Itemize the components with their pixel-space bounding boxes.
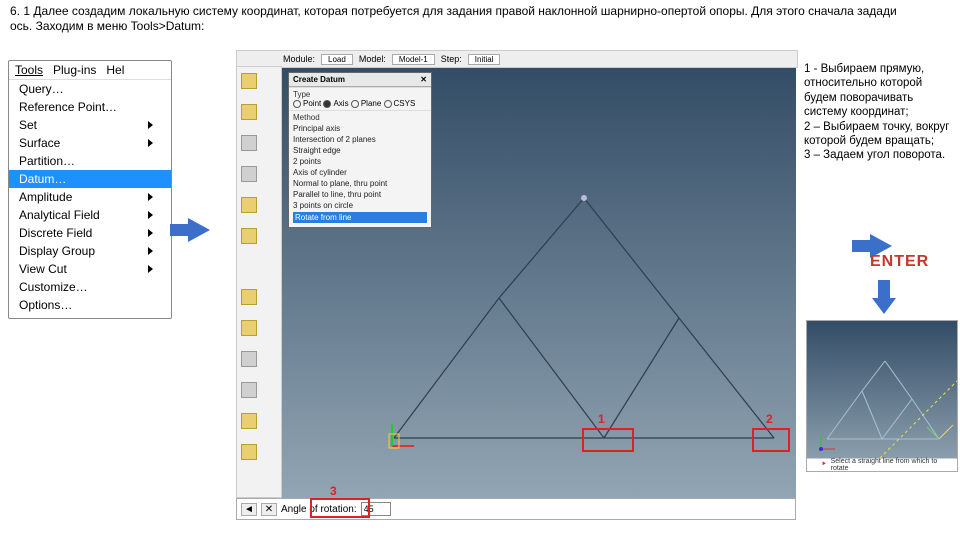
tool-icon[interactable] [241, 413, 257, 429]
callout-box-1 [582, 428, 634, 452]
chevron-right-icon [148, 247, 153, 255]
callout-box-3 [310, 498, 370, 518]
tool-icon[interactable] [241, 444, 257, 460]
method-list: Method Principal axis Intersection of 2 … [289, 110, 431, 227]
chevron-right-icon [148, 139, 153, 147]
callout-2: 2 [766, 412, 773, 426]
radio-plane[interactable] [351, 100, 359, 108]
dialog-title: Create Datum [293, 75, 345, 84]
close-icon[interactable]: ✕ [420, 75, 427, 84]
menu-display-group[interactable]: Display Group [9, 242, 171, 260]
menu-analytical-field[interactable]: Analytical Field [9, 206, 171, 224]
menu-set[interactable]: Set [9, 116, 171, 134]
enter-label: ENTER [870, 253, 929, 271]
menu-datum[interactable]: Datum… [9, 170, 171, 188]
menu-view-cut[interactable]: View Cut [9, 260, 171, 278]
toolbox [236, 66, 282, 498]
viewport-canvas[interactable]: Create Datum ✕ Type Point Axis Plane CSY… [282, 68, 796, 498]
menubar: Tools Plug-ins Hel [9, 61, 171, 80]
menubar-plugins[interactable]: Plug-ins [53, 63, 96, 77]
result-status: ⯈ Select a straight line from which to r… [807, 458, 957, 471]
menubar-tools[interactable]: Tools [15, 63, 43, 77]
method-row[interactable]: Parallel to line, thru point [293, 190, 427, 199]
tool-icon[interactable] [241, 135, 257, 151]
chevron-right-icon [148, 265, 153, 273]
method-row[interactable]: Normal to plane, thru point [293, 179, 427, 188]
callout-box-2 [752, 428, 790, 452]
type-label: Type [293, 90, 427, 99]
menu-query[interactable]: Query… [9, 80, 171, 98]
tool-icon[interactable] [241, 73, 257, 89]
context-bar: Module: Load Model: Model-1 Step: Initia… [236, 50, 798, 68]
tool-icon[interactable] [241, 166, 257, 182]
method-row[interactable]: Axis of cylinder [293, 168, 427, 177]
radio-point[interactable] [293, 100, 301, 108]
tool-icon[interactable] [241, 382, 257, 398]
method-row[interactable]: Straight edge [293, 146, 427, 155]
menu-surface[interactable]: Surface [9, 134, 171, 152]
method-row-selected[interactable]: Rotate from line [293, 212, 427, 223]
tools-menu: Tools Plug-ins Hel Query… Reference Poin… [8, 60, 172, 319]
menu-customize[interactable]: Customize… [9, 278, 171, 296]
method-row[interactable]: Intersection of 2 planes [293, 135, 427, 144]
arrow-right-icon [188, 218, 210, 242]
model-selector[interactable]: Model-1 [392, 54, 435, 65]
callout-3: 3 [330, 484, 337, 498]
tool-icon[interactable] [241, 289, 257, 305]
chevron-right-icon [148, 211, 153, 219]
tool-icon[interactable] [241, 228, 257, 244]
step-selector[interactable]: Initial [468, 54, 501, 65]
method-row[interactable]: 2 points [293, 157, 427, 166]
chevron-right-icon [148, 121, 153, 129]
radio-axis[interactable] [323, 100, 331, 108]
tool-icon[interactable] [241, 104, 257, 120]
menu-discrete-field[interactable]: Discrete Field [9, 224, 171, 242]
result-viewport: ⯈ Select a straight line from which to r… [806, 320, 958, 472]
radio-csys[interactable] [384, 100, 392, 108]
method-row[interactable]: Principal axis [293, 124, 427, 133]
instruction-text: 6. 1 Далее создадим локальную систему ко… [10, 4, 960, 34]
arrow-down-icon [878, 280, 890, 298]
create-datum-dialog: Create Datum ✕ Type Point Axis Plane CSY… [288, 72, 432, 228]
module-selector[interactable]: Load [321, 54, 353, 65]
abaqus-screenshot: Module: Load Model: Model-1 Step: Initia… [236, 50, 796, 520]
legend-text: 1 - Выбираем прямую, относительно которо… [804, 62, 954, 163]
chevron-right-icon [148, 193, 153, 201]
method-row[interactable]: 3 points on circle [293, 201, 427, 210]
menubar-help[interactable]: Hel [106, 63, 124, 77]
tool-icon[interactable] [241, 320, 257, 336]
menu-options[interactable]: Options… [9, 296, 171, 314]
tool-icon[interactable] [241, 351, 257, 367]
tool-icon[interactable] [241, 197, 257, 213]
cancel-icon[interactable]: ✕ [261, 503, 277, 516]
callout-1: 1 [598, 412, 605, 426]
menu-partition[interactable]: Partition… [9, 152, 171, 170]
menu-reference-point[interactable]: Reference Point… [9, 98, 171, 116]
chevron-right-icon [148, 229, 153, 237]
menu-amplitude[interactable]: Amplitude [9, 188, 171, 206]
